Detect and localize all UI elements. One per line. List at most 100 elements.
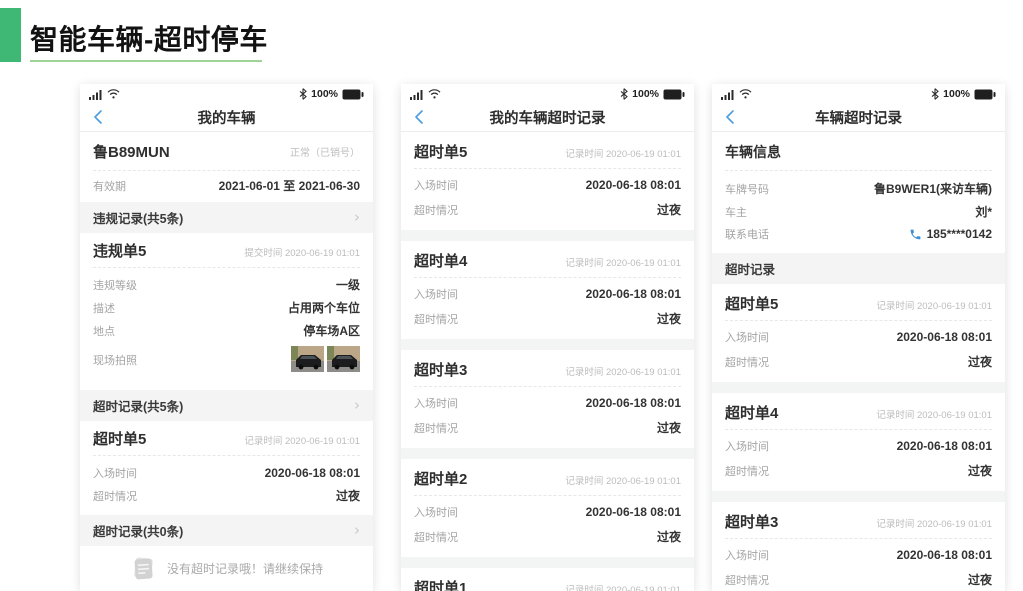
plate-number: 鲁B89MUN xyxy=(93,141,170,162)
card-meta: 记录时间 2020-06-19 01:01 xyxy=(876,516,992,530)
row-value: 一级 xyxy=(336,276,360,293)
card-title: 超时单2 xyxy=(414,468,467,489)
scene-photo-thumbnail[interactable] xyxy=(291,346,324,372)
status-bar: 100% xyxy=(712,84,1005,104)
row-label: 超时情况 xyxy=(414,311,458,327)
screen-my-overtime-records: 100% 我的车辆超时记录 超时单5 记录时间 2020-06-19 01:01… xyxy=(401,84,694,591)
chevron-right-icon: › xyxy=(354,398,360,413)
scene-photo-thumbnail[interactable] xyxy=(327,346,360,372)
section-title: 超时记录(共5条) xyxy=(93,396,183,415)
overtime-card[interactable]: 超时单5 记录时间 2020-06-19 01:01 入场时间 2020-06-… xyxy=(401,132,694,230)
entry-time-row: 入场时间 2020-06-18 08:01 xyxy=(712,434,1005,458)
overtime-section-header[interactable]: 超时记录(共5条) › xyxy=(80,390,373,421)
overtime-card[interactable]: 超时单4 记录时间 2020-06-19 01:01 入场时间 2020-06-… xyxy=(712,393,1005,491)
overtime-card[interactable]: 超时单1 记录时间 2020-06-19 01:01 入场时间 2020-06-… xyxy=(401,568,694,591)
row-value: 过夜 xyxy=(968,353,992,370)
overtime-status-row: 超时情况 过夜 xyxy=(401,197,694,222)
overtime-card[interactable]: 超时单5 记录时间 2020-06-19 01:01 入场时间 2020-06-… xyxy=(80,421,373,515)
row-label: 入场时间 xyxy=(93,465,137,481)
back-icon[interactable] xyxy=(725,109,735,125)
phone-call-icon[interactable] xyxy=(909,228,922,241)
row-label: 入场时间 xyxy=(725,329,769,345)
card-meta: 记录时间 2020-06-19 01:01 xyxy=(565,473,681,487)
overtime-card[interactable]: 超时单2 记录时间 2020-06-19 01:01 入场时间 2020-06-… xyxy=(401,459,694,557)
battery-icon xyxy=(342,89,364,100)
signal-icon xyxy=(721,89,735,100)
accent-block xyxy=(0,8,21,62)
card-title: 超时单5 xyxy=(725,293,778,314)
empty-records-icon xyxy=(130,555,157,582)
row-label: 超时情况 xyxy=(414,420,458,436)
entry-time-row: 入场时间 2020-06-18 08:01 xyxy=(712,325,1005,349)
row-label: 车牌号码 xyxy=(725,181,769,197)
title-underline xyxy=(30,60,262,62)
overtime-empty-section-header[interactable]: 超时记录(共0条) › xyxy=(80,515,373,546)
divider xyxy=(725,320,992,321)
card-meta: 记录时间 2020-06-19 01:01 xyxy=(565,364,681,378)
battery-icon xyxy=(663,89,685,100)
row-label: 超时情况 xyxy=(725,572,769,588)
row-value: 刘* xyxy=(975,203,992,220)
card-meta: 记录时间 2020-06-19 01:01 xyxy=(876,298,992,312)
chevron-right-icon: › xyxy=(354,210,360,225)
back-icon[interactable] xyxy=(93,109,103,125)
divider xyxy=(414,386,681,387)
plate-number-row: 车牌号码 鲁B9WER1(来访车辆) xyxy=(712,177,1005,200)
overtime-status-row: 超时情况 过夜 xyxy=(401,415,694,440)
row-label: 超时情况 xyxy=(93,488,137,504)
overtime-card-list: 超时单5 记录时间 2020-06-19 01:01 入场时间 2020-06-… xyxy=(712,284,1005,591)
entry-time-row: 入场时间 2020-06-18 08:01 xyxy=(80,462,373,484)
validity-label: 有效期 xyxy=(93,178,126,194)
row-value: 过夜 xyxy=(657,310,681,327)
nav-bar: 我的车辆超时记录 xyxy=(401,104,694,132)
row-value: 占用两个车位 xyxy=(288,299,360,316)
row-label: 超时情况 xyxy=(725,354,769,370)
empty-state: 没有超时记录哦！请继续保持 xyxy=(80,546,373,591)
back-icon[interactable] xyxy=(414,109,424,125)
row-label: 入场时间 xyxy=(725,547,769,563)
row-label: 入场时间 xyxy=(414,286,458,302)
violation-section-header[interactable]: 违规记录(共5条) › xyxy=(80,202,373,233)
row-label: 现场拍照 xyxy=(93,346,137,372)
row-label: 描述 xyxy=(93,300,115,316)
overtime-card-list: 超时单5 记录时间 2020-06-19 01:01 入场时间 2020-06-… xyxy=(401,132,694,591)
divider xyxy=(414,168,681,169)
row-label: 超时情况 xyxy=(725,463,769,479)
validity-value: 2021-06-01 至 2021-06-30 xyxy=(219,177,360,194)
plate-status-badge: 正常（已销号） xyxy=(290,144,360,159)
divider xyxy=(414,277,681,278)
row-label: 入场时间 xyxy=(414,177,458,193)
card-title: 超时单3 xyxy=(414,359,467,380)
overtime-card[interactable]: 超时单5 记录时间 2020-06-19 01:01 入场时间 2020-06-… xyxy=(712,284,1005,382)
row-value: 过夜 xyxy=(968,462,992,479)
overtime-card[interactable]: 超时单3 记录时间 2020-06-19 01:01 入场时间 2020-06-… xyxy=(401,350,694,448)
design-page: 智能车辆-超时停车 100% 我的车辆 鲁B89MUN 正常（已销号） 有效期 xyxy=(0,0,1023,591)
card-title: 超时单3 xyxy=(725,511,778,532)
bluetooth-icon xyxy=(620,88,628,100)
row-label: 联系电话 xyxy=(725,226,769,242)
nav-bar: 我的车辆 xyxy=(80,104,373,132)
wifi-icon xyxy=(107,89,120,99)
entry-time-row: 入场时间 2020-06-18 08:01 xyxy=(401,282,694,306)
signal-icon xyxy=(89,89,103,100)
row-value: 2020-06-18 08:01 xyxy=(586,178,681,192)
row-value: 2020-06-18 08:01 xyxy=(586,505,681,519)
row-label: 超时情况 xyxy=(414,202,458,218)
violation-card[interactable]: 违规单5 提交时间 2020-06-19 01:01 违规等级 一级 描述 占用… xyxy=(80,233,373,390)
overtime-card[interactable]: 超时单3 记录时间 2020-06-19 01:01 入场时间 2020-06-… xyxy=(712,502,1005,591)
battery-percent: 100% xyxy=(632,88,659,100)
phone-number[interactable]: 185****0142 xyxy=(927,227,992,241)
vehicle-info-block: 车辆信息 车牌号码 鲁B9WER1(来访车辆) 车主 刘* 联系电话 185**… xyxy=(712,132,1005,253)
overtime-status-row: 超时情况 过夜 xyxy=(401,306,694,331)
card-title: 超时单4 xyxy=(725,402,778,423)
signal-icon xyxy=(410,89,424,100)
screen-vehicle-overtime-records: 100% 车辆超时记录 车辆信息 车牌号码 鲁B9WER1(来访车辆) 车主 刘… xyxy=(712,84,1005,591)
card-meta: 记录时间 2020-06-19 01:01 xyxy=(244,433,360,447)
overtime-card[interactable]: 超时单4 记录时间 2020-06-19 01:01 入场时间 2020-06-… xyxy=(401,241,694,339)
row-value: 过夜 xyxy=(657,201,681,218)
vehicle-row[interactable]: 鲁B89MUN 正常（已销号） xyxy=(80,132,373,170)
nav-title: 我的车辆 xyxy=(198,107,256,128)
card-title: 超时单4 xyxy=(414,250,467,271)
status-bar: 100% xyxy=(401,84,694,104)
row-value: 2020-06-18 08:01 xyxy=(897,330,992,344)
